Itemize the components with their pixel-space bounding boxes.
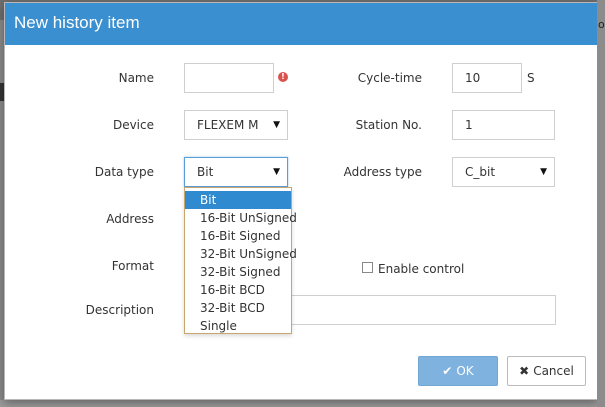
address-label: Address — [106, 212, 154, 226]
background-page-right: o — [597, 0, 605, 407]
data-type-option[interactable]: 16-Bit UnSigned — [185, 209, 297, 227]
data-type-option[interactable]: 16-Bit BCD — [185, 281, 291, 299]
cancel-button-label: Cancel — [533, 364, 574, 378]
device-select[interactable]: FLEXEM M ▼ — [184, 110, 288, 140]
background-fragment-text: o — [598, 18, 605, 31]
required-error-icon: ! — [278, 72, 288, 82]
station-no-input[interactable]: 1 — [452, 110, 555, 140]
data-type-label: Data type — [94, 165, 154, 179]
ok-button-label: OK — [456, 364, 474, 378]
close-icon: ✖ — [519, 364, 530, 378]
background-page-bottom — [0, 400, 605, 407]
description-label: Description — [85, 303, 154, 317]
device-select-value: FLEXEM M — [197, 118, 259, 132]
chevron-down-icon: ▼ — [540, 167, 547, 177]
data-type-option[interactable]: 32-Bit Signed — [185, 263, 291, 281]
station-no-label: Station No. — [355, 118, 422, 132]
data-type-option[interactable]: 32-Bit BCD — [185, 299, 291, 317]
format-label: Format — [111, 259, 154, 273]
new-history-item-dialog: New history item Name ! Cycle-time 10 S … — [4, 2, 598, 400]
address-type-label: Address type — [343, 165, 422, 179]
data-type-dropdown-list: Bit 16-Bit UnSigned 16-Bit Signed 32-Bit Un… — [184, 187, 297, 335]
cycle-time-input[interactable]: 10 — [452, 63, 522, 93]
cancel-button[interactable]: ✖ Cancel — [507, 356, 586, 386]
dialog-header: New history item — [5, 3, 597, 45]
data-type-select-value: Bit — [197, 165, 214, 179]
device-label: Device — [112, 118, 154, 132]
data-type-option[interactable]: Single — [185, 317, 291, 335]
data-type-option[interactable]: Bit — [185, 191, 291, 209]
data-type-option[interactable]: 16-Bit Signed — [185, 227, 291, 245]
check-icon: ✔ — [442, 364, 453, 378]
enable-control-label[interactable]: Enable control — [378, 261, 464, 277]
data-type-option[interactable]: 32-Bit UnSigned — [185, 245, 297, 263]
name-label: Name — [118, 71, 154, 85]
cycle-time-unit: S — [527, 71, 535, 85]
address-type-select-value: C_bit — [465, 165, 496, 179]
chevron-down-icon: ▼ — [273, 167, 280, 177]
enable-control-checkbox[interactable] — [362, 262, 373, 273]
name-input[interactable] — [184, 63, 274, 93]
cycle-time-label: Cycle-time — [357, 71, 422, 85]
address-type-select[interactable]: C_bit ▼ — [452, 157, 555, 187]
dialog-title: New history item — [14, 13, 140, 32]
data-type-select[interactable]: Bit ▼ — [184, 157, 288, 187]
ok-button[interactable]: ✔ OK — [418, 356, 498, 386]
chevron-down-icon: ▼ — [273, 120, 280, 130]
